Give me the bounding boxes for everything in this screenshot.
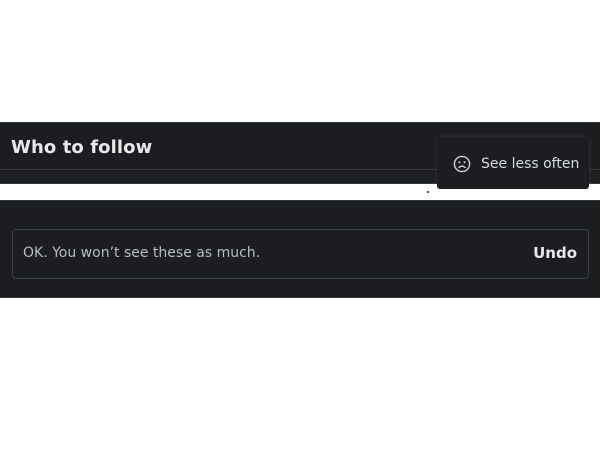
frown-face-icon bbox=[453, 155, 471, 173]
notice-message: OK. You won’t see these as much. bbox=[23, 245, 261, 261]
page: Who to follow See less often OK. You won… bbox=[0, 0, 601, 458]
cursor-dot bbox=[427, 191, 429, 193]
feedback-notice: OK. You won’t see these as much. Undo bbox=[12, 229, 589, 279]
confirmation-panel: OK. You won’t see these as much. Undo bbox=[0, 200, 600, 298]
menu-item-label: See less often bbox=[481, 156, 580, 172]
panel-title: Who to follow bbox=[11, 137, 153, 158]
undo-button[interactable]: Undo bbox=[533, 244, 577, 262]
see-less-often-menu-item[interactable]: See less often bbox=[437, 149, 589, 179]
dropdown-menu: See less often bbox=[437, 137, 589, 189]
